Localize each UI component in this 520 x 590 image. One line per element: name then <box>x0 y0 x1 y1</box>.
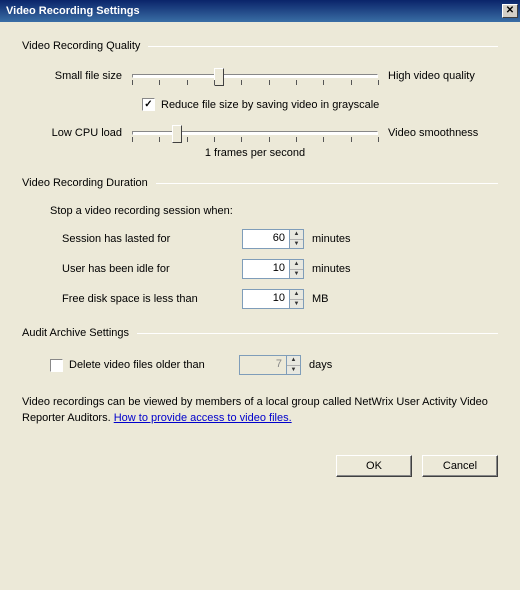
stepper-value[interactable]: 10 <box>242 259 289 279</box>
slider1-left-label: Small file size <box>22 68 132 82</box>
value-stepper[interactable]: 10▲▼ <box>242 259 304 279</box>
stepper-buttons[interactable]: ▲▼ <box>289 259 304 279</box>
delete-row: Delete video files older than 7 ▲ ▼ days <box>50 355 498 375</box>
quality-slider[interactable] <box>132 68 378 88</box>
slider-ticks <box>132 80 378 88</box>
titlebar: Video Recording Settings ✕ <box>0 0 520 22</box>
stepper-buttons[interactable]: ▲▼ <box>289 229 304 249</box>
quality-header: Video Recording Quality <box>22 40 498 52</box>
field-unit: minutes <box>312 233 351 245</box>
stepper-buttons[interactable]: ▲▼ <box>289 289 304 309</box>
value-stepper[interactable]: 60▲▼ <box>242 229 304 249</box>
ok-button[interactable]: OK <box>336 455 412 477</box>
chevron-up-icon[interactable]: ▲ <box>290 290 303 300</box>
stepper-value[interactable]: 10 <box>242 289 289 309</box>
archive-header-label: Audit Archive Settings <box>22 327 129 339</box>
field-label: Free disk space is less than <box>62 293 242 305</box>
slider1-right-label: High video quality <box>378 68 498 82</box>
chevron-down-icon[interactable]: ▼ <box>290 240 303 249</box>
footer-note: Video recordings can be viewed by member… <box>22 395 498 427</box>
smoothness-slider[interactable]: 1 frames per second <box>132 125 378 159</box>
divider <box>156 183 498 184</box>
duration-header: Video Recording Duration <box>22 177 498 189</box>
divider <box>137 333 498 334</box>
field-label: User has been idle for <box>62 263 242 275</box>
fps-label: 1 frames per second <box>132 147 378 159</box>
delete-days-stepper[interactable]: 7 ▲ ▼ <box>239 355 301 375</box>
dialog-body: Video Recording Quality Small file size … <box>0 22 520 489</box>
archive-header: Audit Archive Settings <box>22 327 498 339</box>
divider <box>148 46 498 47</box>
duration-rows: Session has lasted for60▲▼minutesUser ha… <box>62 229 498 309</box>
duration-field-row: User has been idle for10▲▼ minutes <box>62 259 498 279</box>
stepper-buttons[interactable]: ▲ ▼ <box>286 355 301 375</box>
delete-days-value[interactable]: 7 <box>239 355 286 375</box>
delete-older-label: Delete video files older than <box>69 359 239 371</box>
grayscale-label: Reduce file size by saving video in gray… <box>161 99 379 111</box>
field-unit: minutes <box>312 263 351 275</box>
delete-days-unit: days <box>309 359 332 371</box>
filesize-vs-quality-row: Small file size High video quality <box>22 68 498 88</box>
chevron-down-icon[interactable]: ▼ <box>290 270 303 279</box>
slider-ticks <box>132 137 378 145</box>
chevron-up-icon[interactable]: ▲ <box>287 356 300 366</box>
dialog-buttons: OK Cancel <box>22 455 498 477</box>
duration-header-label: Video Recording Duration <box>22 177 148 189</box>
duration-field-row: Session has lasted for60▲▼ minutes <box>62 229 498 249</box>
field-unit: MB <box>312 293 329 305</box>
chevron-up-icon[interactable]: ▲ <box>290 230 303 240</box>
cpu-vs-smoothness-row: Low CPU load 1 frames per second Video s… <box>22 125 498 159</box>
window-title: Video Recording Settings <box>6 5 140 17</box>
chevron-down-icon[interactable]: ▼ <box>287 366 300 375</box>
delete-older-checkbox[interactable] <box>50 359 63 372</box>
slider2-left-label: Low CPU load <box>22 125 132 139</box>
slider2-right-label: Video smoothness <box>378 125 498 139</box>
duration-field-row: Free disk space is less than10▲▼ MB <box>62 289 498 309</box>
stepper-value[interactable]: 60 <box>242 229 289 249</box>
grayscale-checkbox[interactable]: ✓ <box>142 98 155 111</box>
value-stepper[interactable]: 10▲▼ <box>242 289 304 309</box>
close-icon[interactable]: ✕ <box>502 4 518 18</box>
quality-header-label: Video Recording Quality <box>22 40 140 52</box>
stop-when-label: Stop a video recording session when: <box>50 205 498 217</box>
how-to-access-link[interactable]: How to provide access to video files. <box>114 412 292 424</box>
cancel-button[interactable]: Cancel <box>422 455 498 477</box>
chevron-up-icon[interactable]: ▲ <box>290 260 303 270</box>
field-label: Session has lasted for <box>62 233 242 245</box>
grayscale-row: ✓ Reduce file size by saving video in gr… <box>142 98 498 111</box>
chevron-down-icon[interactable]: ▼ <box>290 300 303 309</box>
